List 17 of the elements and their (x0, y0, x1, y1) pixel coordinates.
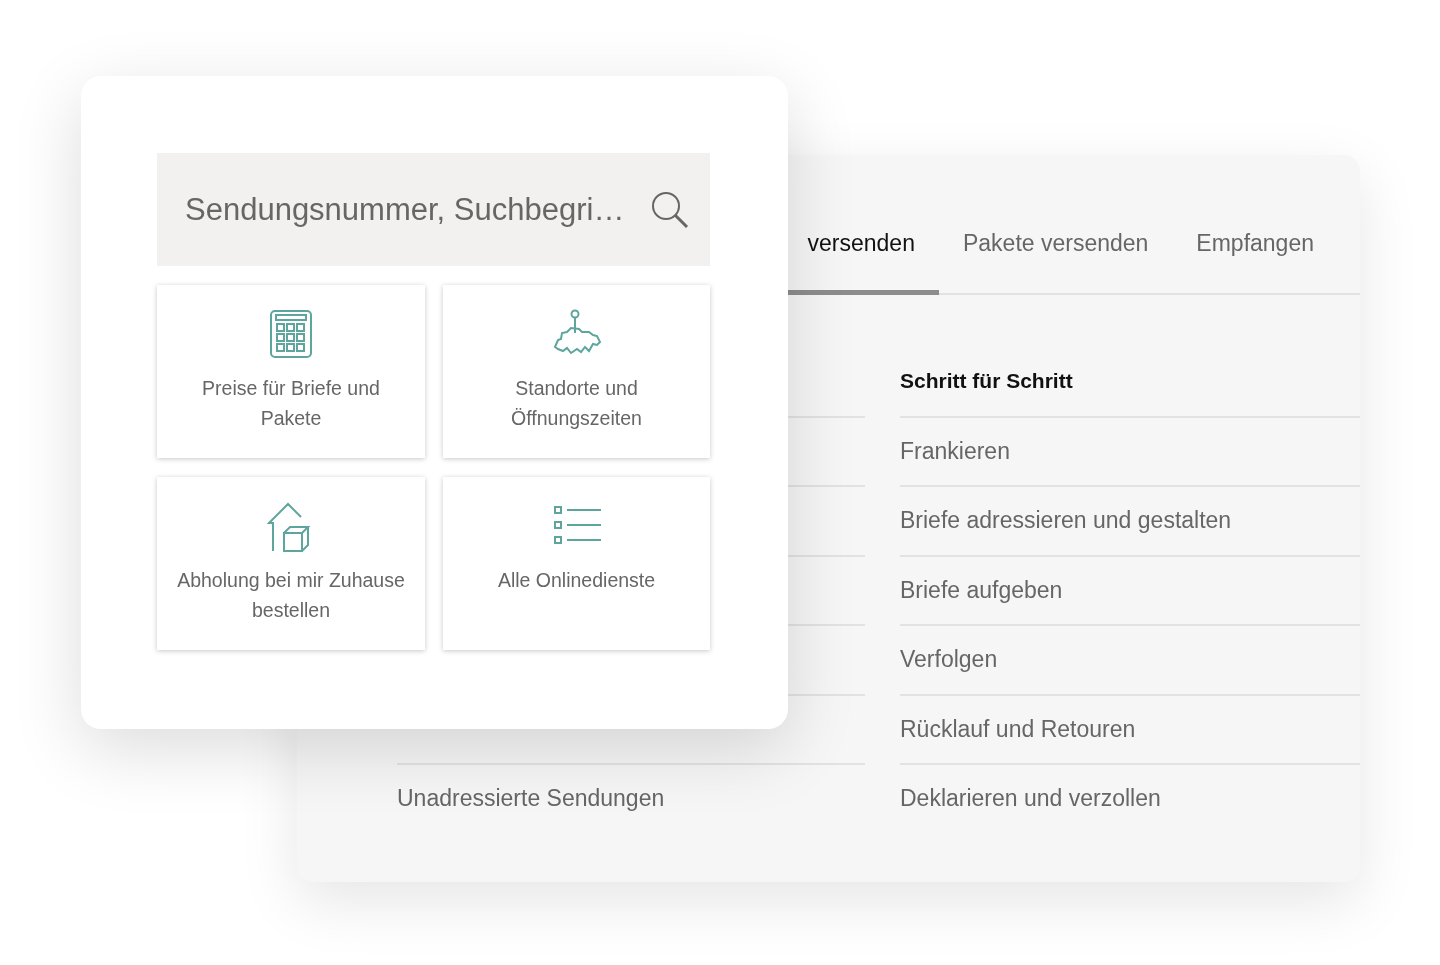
section-heading: Schritt für Schritt (900, 368, 1073, 393)
menu-link[interactable]: Unadressierte Sendungen (397, 785, 665, 813)
menu-link[interactable]: Briefe adressieren und gestalten (900, 507, 1232, 535)
service-tile[interactable]: Standorte und Öffnungszeiten (443, 285, 710, 458)
menu-link[interactable]: Frankieren (900, 437, 1010, 465)
service-tile[interactable]: Abholung bei mir Zuhause bestellen (157, 477, 425, 650)
search-field[interactable]: Sendungsnummer, Suchbegri… (183, 190, 636, 229)
search-icon[interactable] (650, 189, 690, 230)
menu-link[interactable]: Rücklauf und Retouren (900, 715, 1136, 743)
search-box[interactable]: Sendungsnummer, Suchbegri… (157, 153, 710, 266)
service-tile[interactable]: Alle Onlinedienste (443, 477, 710, 650)
nav-tab[interactable]: Pakete versenden (938, 230, 1173, 295)
menu-link[interactable]: Briefe aufgeben (900, 576, 1063, 604)
menu-link[interactable]: Verfolgen (900, 646, 998, 674)
nav-tab[interactable]: Empfangen (1172, 230, 1338, 295)
menu-link[interactable]: Deklarieren und verzollen (900, 785, 1161, 813)
service-tile[interactable]: Preise für Briefe und Pakete (157, 285, 425, 458)
